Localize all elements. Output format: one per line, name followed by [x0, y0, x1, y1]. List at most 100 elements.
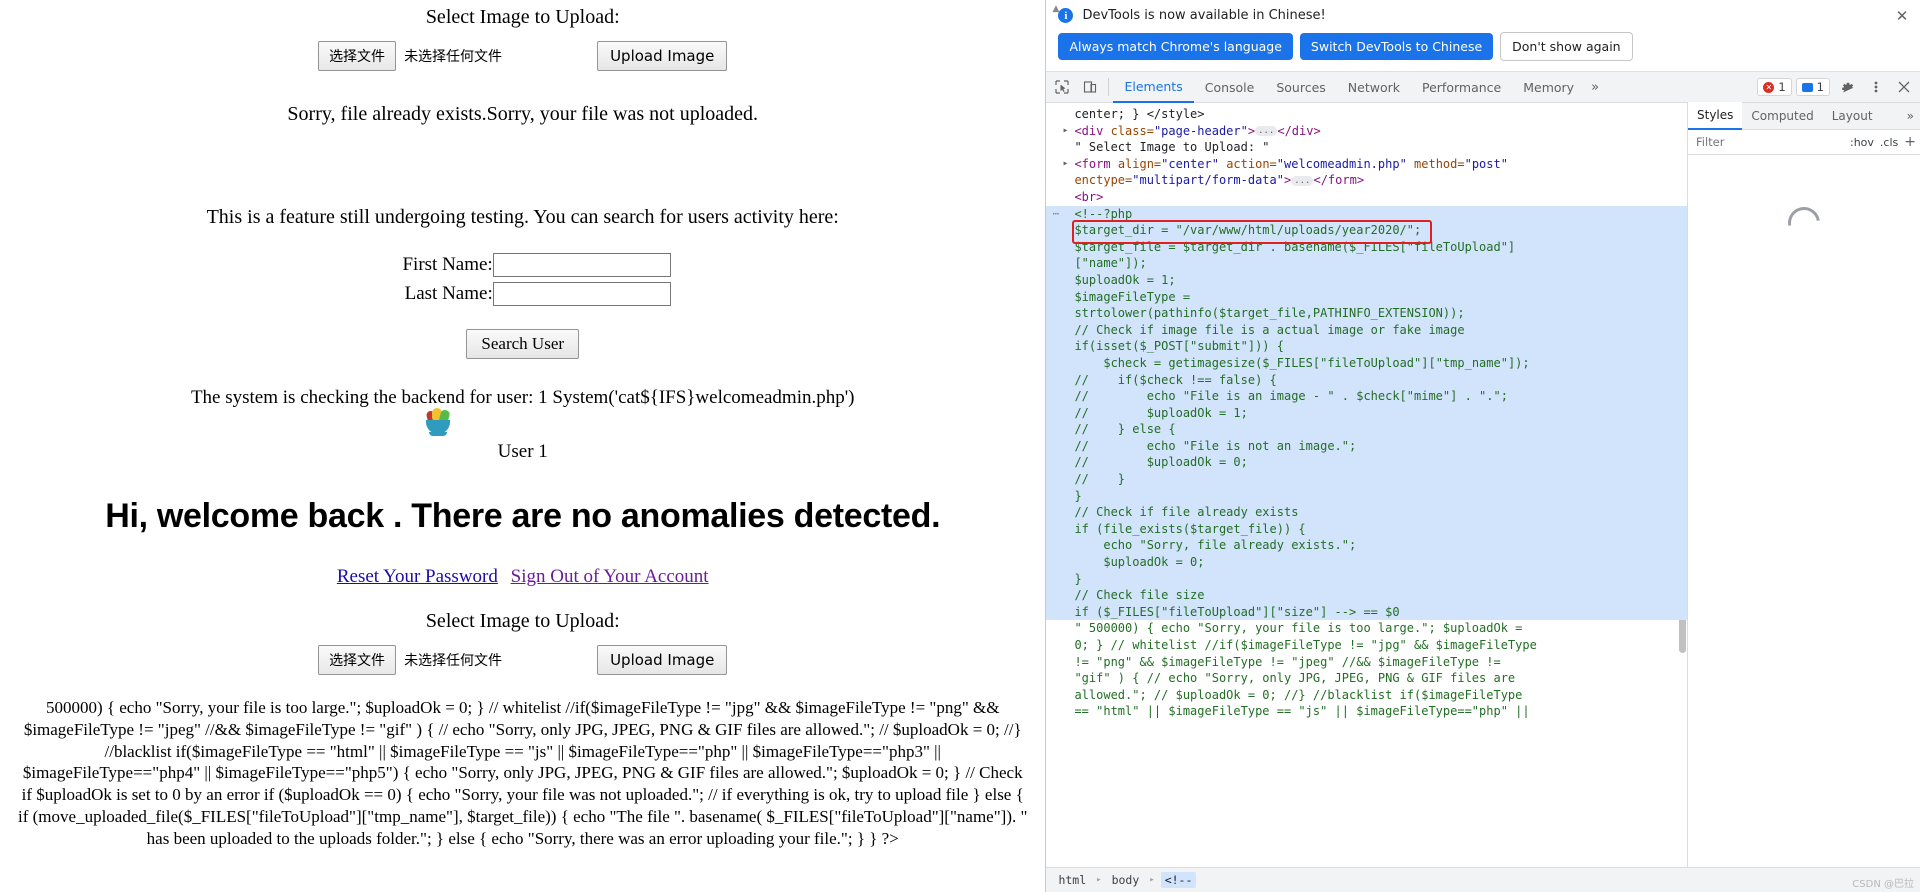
dom-token: <form [1074, 156, 1118, 171]
message-count-value: 1 [1816, 80, 1824, 94]
close-notice-icon[interactable]: ✕ [1894, 8, 1910, 24]
dom-line[interactable]: } [1046, 570, 1687, 588]
dom-line[interactable]: if ($_FILES["fileToUpload"]["size"] --> … [1046, 603, 1687, 621]
tab-layout[interactable]: Layout [1823, 103, 1882, 129]
search-user-button[interactable]: Search User [466, 329, 580, 359]
welcome-heading: Hi, welcome back . There are no anomalie… [105, 497, 941, 535]
dom-token: echo "Sorry, file already exists."; [1074, 538, 1357, 553]
salad-bowl-base-icon [425, 420, 450, 436]
dom-token: // $uploadOk = 0; [1074, 455, 1248, 470]
dom-line[interactable]: != "png" && $imageFileType != "jpeg" //&… [1046, 654, 1687, 671]
switch-to-chinese-button[interactable]: Switch DevTools to Chinese [1299, 33, 1494, 60]
dom-token: enctype= [1074, 173, 1133, 188]
dom-line[interactable]: // Check if image file is a actual image… [1046, 321, 1687, 339]
dom-line[interactable]: $target_file = $target_dir . basename($_… [1046, 238, 1687, 256]
always-match-language-button[interactable]: Always match Chrome's language [1058, 33, 1293, 60]
dom-line[interactable]: // echo "File is not an image."; [1046, 437, 1687, 455]
dom-line[interactable]: == "html" || $imageFileType == "js" || $… [1046, 703, 1687, 720]
dom-line[interactable]: <div class="page-header">...</div> [1046, 123, 1687, 140]
dom-token: "center" [1161, 156, 1219, 171]
choose-file-button-bottom[interactable]: 选择文件 [318, 645, 397, 675]
dom-line[interactable]: echo "Sorry, file already exists."; [1046, 537, 1687, 555]
breadcrumb-separator: ▸ [1096, 875, 1102, 885]
devtools-body: center; } </style> <div class="page-heade… [1046, 102, 1920, 867]
message-count-badge[interactable]: 1 [1795, 78, 1830, 96]
breadcrumb-item-html[interactable]: html [1054, 872, 1090, 888]
kebab-menu-icon[interactable] [1862, 74, 1890, 100]
dom-token: != "png" && $imageFileType != "jpeg" //&… [1074, 654, 1501, 669]
new-style-rule-button[interactable]: + [1904, 134, 1916, 150]
dom-line[interactable]: // Check file size [1046, 587, 1687, 604]
dom-line[interactable]: // Check if file already exists [1046, 504, 1687, 521]
tab-network[interactable]: Network [1337, 73, 1411, 102]
dom-line[interactable]: " 500000) { echo "Sorry, your file is to… [1046, 620, 1687, 637]
dom-line[interactable]: <form align="center" action="welcomeadmi… [1046, 156, 1687, 173]
watermark: CSDN @巴拉 [1852, 879, 1914, 890]
dom-token: // Check if file already exists [1074, 505, 1299, 520]
tab-computed[interactable]: Computed [1742, 103, 1822, 129]
no-file-chosen-label-top: 未选择任何文件 [404, 49, 503, 65]
expand-ellipsis-icon[interactable]: ... [1291, 175, 1314, 186]
dom-token: ["name"]); [1074, 256, 1147, 271]
expand-ellipsis-icon[interactable]: ... [1255, 126, 1278, 137]
inspect-element-icon[interactable] [1048, 74, 1076, 100]
dom-line[interactable]: // echo "File is an image - " . $check["… [1046, 388, 1687, 405]
gear-icon[interactable] [1834, 74, 1862, 100]
dom-token: "gif" ) { // echo "Sorry, only JPG, JPEG… [1074, 671, 1516, 686]
class-editor-toggle[interactable]: .cls [1880, 136, 1898, 149]
dom-line[interactable]: enctype="multipart/form-data">... </form> [1046, 172, 1687, 189]
reset-password-link[interactable]: Reset Your Password [337, 566, 498, 587]
close-devtools-icon[interactable] [1890, 74, 1918, 100]
upload-title-top: Select Image to Upload: [425, 6, 620, 28]
styles-more-tabs-icon[interactable]: » [1901, 109, 1920, 123]
tab-performance[interactable]: Performance [1411, 73, 1512, 102]
upload-image-button-bottom[interactable]: Upload Image [597, 645, 728, 675]
last-name-input[interactable] [492, 282, 671, 306]
breadcrumb-item-comment[interactable]: <!-- [1160, 872, 1197, 888]
dom-line[interactable]: "gif" ) { // echo "Sorry, only JPG, JPEG… [1046, 670, 1687, 687]
breadcrumb-item-body[interactable]: body [1108, 872, 1144, 888]
sign-out-link[interactable]: Sign Out of Your Account [511, 566, 709, 587]
more-tabs-icon[interactable]: » [1585, 80, 1605, 95]
hover-state-toggle[interactable]: :hov [1850, 136, 1874, 149]
dom-line[interactable]: if(isset($_POST["submit"])) { [1046, 338, 1687, 355]
dom-line[interactable]: // } [1046, 471, 1687, 488]
error-count-badge[interactable]: ✕ 1 [1757, 78, 1792, 96]
info-icon: i [1058, 8, 1074, 23]
dom-line[interactable]: strtolower(pathinfo($target_file,PATHINF… [1046, 305, 1687, 322]
choose-file-button-top[interactable]: 选择文件 [318, 41, 397, 71]
tab-sources[interactable]: Sources [1265, 73, 1336, 102]
tab-elements[interactable]: Elements [1113, 72, 1194, 103]
dom-line[interactable]: // if($check !== false) { [1046, 371, 1687, 389]
dom-line[interactable]: $imageFileType = [1046, 288, 1687, 306]
tab-styles[interactable]: Styles [1688, 102, 1743, 130]
dom-line[interactable]: ⋯ <!--?php [1046, 205, 1687, 223]
dom-line[interactable]: } [1046, 487, 1687, 505]
first-name-input[interactable] [492, 253, 671, 277]
dom-line[interactable]: $check = getimagesize($_FILES["fileToUpl… [1046, 354, 1687, 372]
dom-line[interactable]: ["name"]); [1046, 255, 1687, 272]
dom-line[interactable]: // $uploadOk = 1; [1046, 404, 1687, 422]
dom-line[interactable]: 0; } // whitelist //if($imageFileType !=… [1046, 637, 1687, 654]
dom-line[interactable]: $uploadOk = 1; [1046, 271, 1687, 289]
upload-image-button-top[interactable]: Upload Image [597, 41, 728, 71]
scroll-up-arrow-icon[interactable]: ▲ [1052, 4, 1059, 14]
screen-root: Select Image to Upload: 选择文件 未选择任何文件 Upl… [0, 0, 1920, 892]
dom-line[interactable]: " Select Image to Upload: " [1046, 139, 1687, 156]
dom-line[interactable]: <br> [1046, 189, 1687, 206]
dom-line[interactable]: center; } </style> [1046, 106, 1687, 123]
dom-token: // echo "File is not an image."; [1074, 438, 1357, 453]
device-toolbar-icon[interactable] [1076, 74, 1104, 100]
dont-show-again-button[interactable]: Don't show again [1500, 32, 1633, 61]
dom-line[interactable]: // $uploadOk = 0; [1046, 454, 1687, 472]
styles-filter-input[interactable] [1694, 134, 1844, 150]
dom-line[interactable]: allowed."; // $uploadOk = 0; //} //black… [1046, 687, 1687, 704]
dom-tree-pane[interactable]: center; } </style> <div class="page-heade… [1046, 103, 1687, 867]
tab-memory[interactable]: Memory [1512, 73, 1585, 102]
dom-line[interactable]: $target_dir = "/var/www/html/uploads/yea… [1046, 222, 1687, 239]
dom-line[interactable]: $uploadOk = 0; [1046, 554, 1687, 571]
dom-line[interactable]: if (file_exists($target_file)) { [1046, 520, 1687, 538]
dom-line[interactable]: // } else { [1046, 421, 1687, 438]
salad-emoji-row [0, 407, 1045, 437]
tab-console[interactable]: Console [1194, 73, 1266, 102]
